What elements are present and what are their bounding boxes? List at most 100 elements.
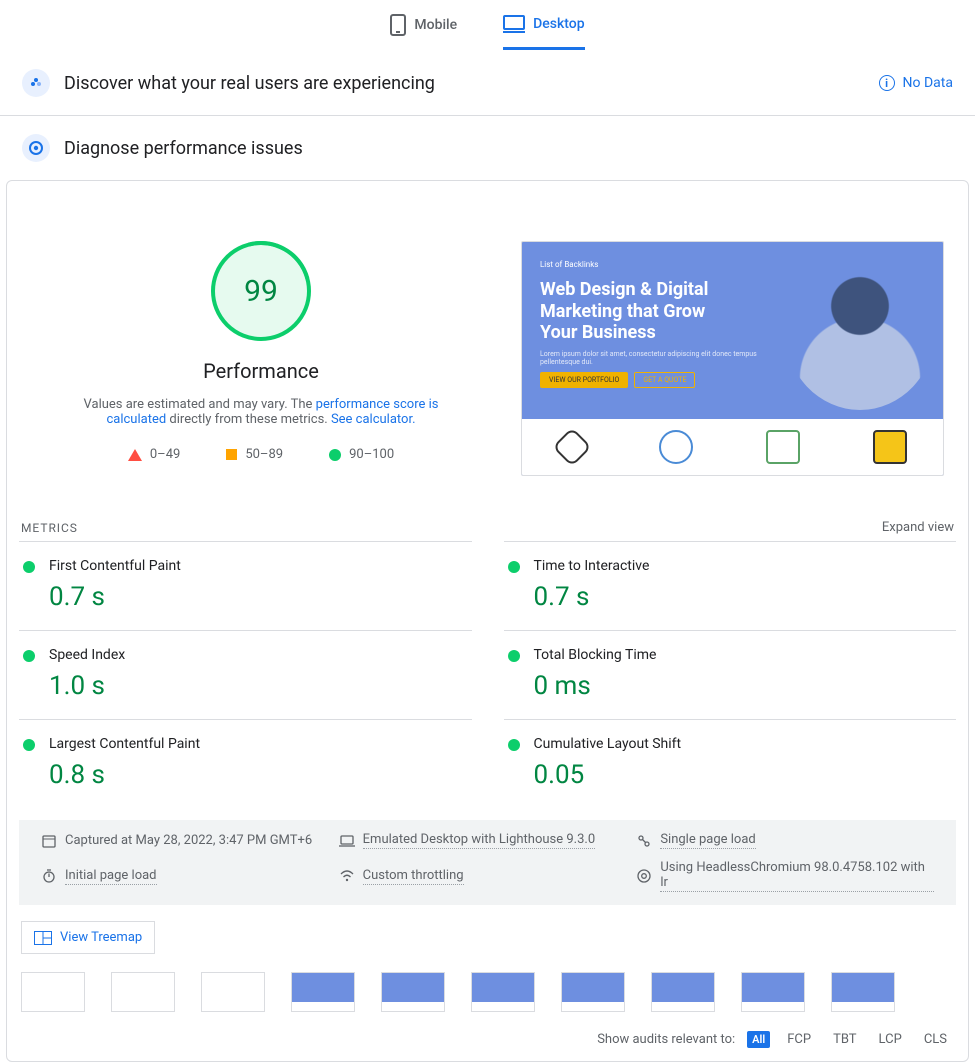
metric-cls: Cumulative Layout Shift 0.05	[504, 719, 957, 808]
wifi-icon	[339, 868, 355, 884]
calculator-link[interactable]: See calculator.	[331, 412, 416, 427]
people-icon	[22, 69, 50, 97]
status-dot-icon	[508, 650, 520, 662]
triangle-icon	[128, 449, 142, 461]
mobile-icon	[390, 14, 406, 36]
metric-name: First Contentful Paint	[49, 558, 472, 574]
filmstrip-frame[interactable]	[561, 972, 625, 1012]
desktop-icon	[503, 15, 525, 33]
metric-value: 0.7 s	[49, 582, 472, 612]
expand-view-toggle[interactable]: Expand view	[882, 520, 954, 535]
preview-cta2: GET A QUOTE	[634, 372, 695, 388]
metric-name: Speed Index	[49, 647, 472, 663]
tab-mobile-label: Mobile	[414, 17, 457, 33]
filter-chip-fcp[interactable]: FCP	[782, 1030, 816, 1049]
env-chrome[interactable]: Using HeadlessChromium 98.0.4758.102 wit…	[636, 860, 934, 893]
audit-filter-label: Show audits relevant to:	[597, 1032, 735, 1047]
env-captured: Captured at May 28, 2022, 3:47 PM GMT+6	[41, 832, 339, 850]
metric-tti: Time to Interactive 0.7 s	[504, 541, 957, 630]
metric-name: Cumulative Layout Shift	[534, 736, 957, 752]
metric-fcp: First Contentful Paint 0.7 s	[19, 541, 472, 630]
metric-value: 0.7 s	[534, 582, 957, 612]
square-icon	[226, 449, 237, 460]
lab-data-section: Diagnose performance issues	[0, 116, 975, 180]
metric-value: 0.8 s	[49, 760, 472, 790]
stopwatch-icon	[41, 868, 57, 884]
filmstrip-frame[interactable]	[831, 972, 895, 1012]
filmstrip-frame[interactable]	[471, 972, 535, 1012]
filmstrip-frame[interactable]	[651, 972, 715, 1012]
filter-chip-lcp[interactable]: LCP	[874, 1030, 907, 1049]
legend-mid-label: 50–89	[245, 447, 283, 462]
treemap-icon	[34, 931, 52, 945]
metric-si: Speed Index 1.0 s	[19, 630, 472, 719]
metric-value: 1.0 s	[49, 671, 472, 701]
score-blurb: Values are estimated and may vary. The p…	[56, 397, 466, 427]
status-dot-icon	[23, 561, 35, 573]
link-icon	[636, 833, 652, 849]
filmstrip-frame[interactable]	[201, 972, 265, 1012]
status-dot-icon	[508, 739, 520, 751]
filmstrip-frame[interactable]	[381, 972, 445, 1012]
performance-label: Performance	[31, 359, 491, 383]
tab-mobile[interactable]: Mobile	[390, 14, 457, 50]
metrics-header: METRICS Expand view	[21, 520, 954, 535]
legend-high: 90–100	[329, 447, 394, 462]
filmstrip-frame[interactable]	[291, 972, 355, 1012]
metric-name: Largest Contentful Paint	[49, 736, 472, 752]
metrics-title: METRICS	[21, 521, 78, 535]
laptop-icon	[339, 833, 355, 849]
status-dot-icon	[23, 650, 35, 662]
chrome-icon	[636, 868, 652, 884]
env-spa-text: Single page load	[660, 832, 755, 849]
trust-badge-1	[553, 427, 593, 467]
filter-chip-all[interactable]: All	[747, 1031, 770, 1048]
preview-person	[785, 250, 935, 410]
performance-summary: 99 Performance Values are estimated and …	[31, 241, 491, 462]
metric-name: Time to Interactive	[534, 558, 957, 574]
field-data-section: Discover what your real users are experi…	[0, 51, 975, 116]
view-treemap-button[interactable]: View Treemap	[21, 921, 155, 954]
preview-headline: Web Design & Digital Marketing that Grow…	[540, 279, 740, 344]
calendar-icon	[41, 833, 57, 849]
score-legend: 0–49 50–89 90–100	[31, 447, 491, 462]
metrics-grid: First Contentful Paint 0.7 s Time to Int…	[19, 541, 956, 808]
env-initial[interactable]: Initial page load	[41, 860, 339, 893]
trust-badge-2	[659, 430, 693, 464]
metric-name: Total Blocking Time	[534, 647, 957, 663]
filter-chip-tbt[interactable]: TBT	[828, 1030, 861, 1049]
circle-icon	[329, 449, 341, 461]
preview-cta1: VIEW OUR PORTFOLIO	[540, 372, 628, 388]
info-icon: i	[879, 75, 895, 91]
device-tabs: Mobile Desktop	[0, 0, 975, 51]
metric-value: 0 ms	[534, 671, 957, 701]
trust-badge-3	[766, 430, 800, 464]
filmstrip-frame[interactable]	[21, 972, 85, 1012]
env-emulated-text: Emulated Desktop with Lighthouse 9.3.0	[363, 832, 595, 849]
view-treemap-label: View Treemap	[60, 930, 142, 945]
filter-chip-cls[interactable]: CLS	[919, 1030, 952, 1049]
filmstrip-frame[interactable]	[111, 972, 175, 1012]
legend-low-label: 0–49	[150, 447, 180, 462]
legend-mid: 50–89	[226, 447, 283, 462]
tab-desktop[interactable]: Desktop	[503, 14, 584, 50]
metric-tbt: Total Blocking Time 0 ms	[504, 630, 957, 719]
env-captured-text: Captured at May 28, 2022, 3:47 PM GMT+6	[65, 833, 312, 848]
gauge-mini-icon	[22, 134, 50, 162]
legend-high-label: 90–100	[349, 447, 394, 462]
env-initial-text: Initial page load	[65, 868, 157, 885]
audit-filter: Show audits relevant to: All FCP TBT LCP…	[19, 1030, 956, 1049]
performance-score: 99	[244, 274, 278, 309]
lab-data-title: Diagnose performance issues	[64, 138, 303, 159]
env-throttle[interactable]: Custom throttling	[339, 860, 637, 893]
field-data-title: Discover what your real users are experi…	[64, 73, 435, 94]
status-dot-icon	[23, 739, 35, 751]
filmstrip-frame[interactable]	[741, 972, 805, 1012]
no-data-link[interactable]: i No Data	[879, 75, 953, 91]
blurb-text-a: Values are estimated and may vary. The	[84, 397, 316, 412]
env-emulated[interactable]: Emulated Desktop with Lighthouse 9.3.0	[339, 832, 637, 850]
env-spa[interactable]: Single page load	[636, 832, 934, 850]
metric-value: 0.05	[534, 760, 957, 790]
env-chrome-text: Using HeadlessChromium 98.0.4758.102 wit…	[660, 860, 934, 892]
environment-block: Captured at May 28, 2022, 3:47 PM GMT+6 …	[19, 820, 956, 905]
